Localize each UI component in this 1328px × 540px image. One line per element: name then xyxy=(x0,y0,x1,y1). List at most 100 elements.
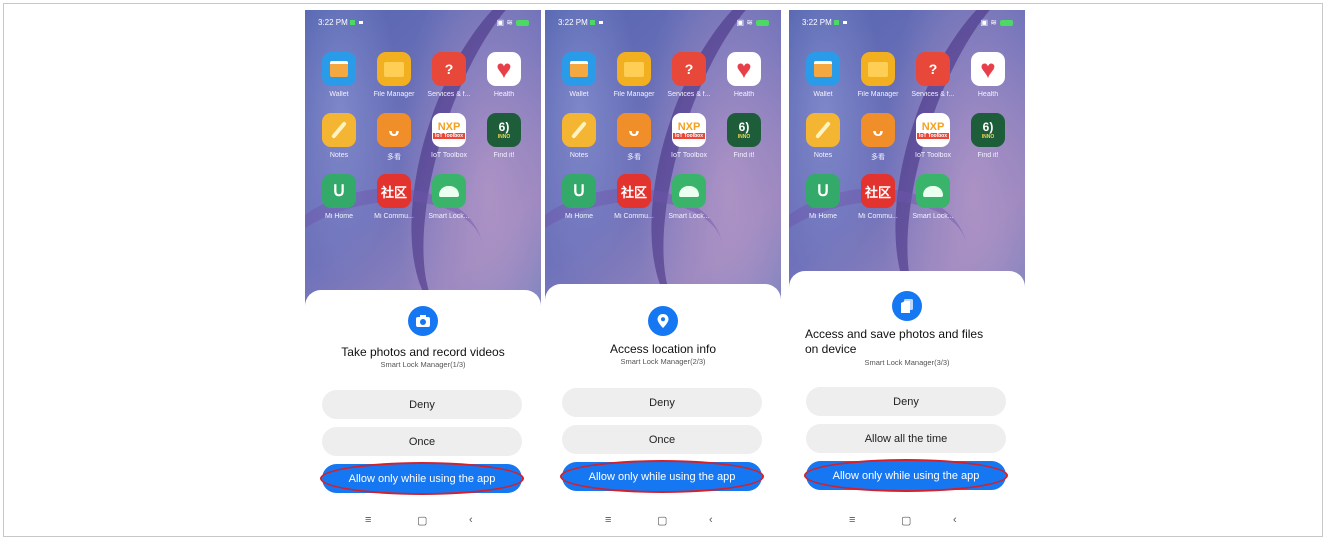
app-iot-toolbox[interactable]: NXP IoT Toolbox IoT Toolbox xyxy=(660,113,718,159)
back-icon[interactable]: ‹ xyxy=(953,514,957,526)
app-duokan[interactable]: ᴗ 多看 xyxy=(605,113,663,162)
app-mi-community[interactable]: 社区 Mi Commu... xyxy=(605,174,663,220)
mi-home-icon: ᑌ xyxy=(806,174,840,208)
app-file-manager[interactable]: File Manager xyxy=(849,52,907,98)
app-wallet[interactable]: Wallet xyxy=(310,52,368,98)
mi-community-icon: 社区 xyxy=(861,174,895,208)
notes-icon xyxy=(322,113,356,147)
permission-subtitle: Smart Lock Manager(2/3) xyxy=(620,357,706,366)
app-notes[interactable]: Notes xyxy=(794,113,852,159)
app-smart-lock[interactable]: Smart Lock... xyxy=(904,174,962,220)
app-duokan[interactable]: ᴗ 多看 xyxy=(365,113,423,162)
permission-subtitle: Smart Lock Manager(1/3) xyxy=(380,360,466,369)
allow-while-using-button[interactable]: Allow only while using the app xyxy=(560,460,764,493)
status-time: 3:22 PM xyxy=(802,18,847,27)
app-find-it[interactable]: 6) INNO Find it! xyxy=(715,113,773,159)
app-mi-community[interactable]: 社区 Mi Commu... xyxy=(365,174,423,220)
navigation-bar: ≡ ▢ ‹ xyxy=(545,506,781,536)
home-icon[interactable]: ▢ xyxy=(657,514,667,527)
status-bar: 3:22 PM ▣ ≋ xyxy=(789,10,1025,32)
permission-title: Access and save photos and files on devi… xyxy=(805,327,984,356)
status-icons: ▣ ≋ xyxy=(981,18,1013,27)
permission-dialog: Access and save photos and files on devi… xyxy=(789,271,1025,536)
app-health[interactable]: Health xyxy=(959,52,1017,98)
file-manager-icon xyxy=(377,52,411,86)
battery-icon xyxy=(1000,19,1013,26)
deny-button[interactable]: Deny xyxy=(562,388,762,417)
permission-dialog: Access location info Smart Lock Manager(… xyxy=(545,284,781,536)
app-mi-community[interactable]: 社区 Mi Commu... xyxy=(849,174,907,220)
app-iot-toolbox[interactable]: NXP IoT Toolbox IoT Toolbox xyxy=(420,113,478,159)
menu-icon[interactable]: ≡ xyxy=(605,514,611,526)
app-duokan[interactable]: ᴗ 多看 xyxy=(849,113,907,162)
app-mi-home[interactable]: ᑌ Mi Home xyxy=(310,174,368,220)
app-wallet[interactable]: Wallet xyxy=(794,52,852,98)
app-file-manager[interactable]: File Manager xyxy=(605,52,663,98)
health-icon xyxy=(727,52,761,86)
allow-while-using-button[interactable]: Allow only while using the app xyxy=(804,459,1008,492)
app-notes[interactable]: Notes xyxy=(310,113,368,159)
location-pin-icon xyxy=(648,306,678,336)
phone-screen-1: 3:22 PM ▣ ≋ Wallet File Manager ? Service… xyxy=(305,10,541,536)
status-time: 3:22 PM xyxy=(558,18,603,27)
app-notes[interactable]: Notes xyxy=(550,113,608,159)
app-services[interactable]: ? Services & f... xyxy=(420,52,478,98)
app-iot-toolbox[interactable]: NXP IoT Toolbox IoT Toolbox xyxy=(904,113,962,159)
services-icon: ? xyxy=(916,52,950,86)
duokan-icon: ᴗ xyxy=(617,113,651,147)
status-bar: 3:22 PM ▣ ≋ xyxy=(305,10,541,32)
app-find-it[interactable]: 6) INNO Find it! xyxy=(475,113,533,159)
status-icons: ▣ ≋ xyxy=(737,18,769,27)
mi-community-icon: 社区 xyxy=(617,174,651,208)
menu-icon[interactable]: ≡ xyxy=(849,514,855,526)
wallet-icon xyxy=(806,52,840,86)
duokan-icon: ᴗ xyxy=(861,113,895,147)
android-app-icon xyxy=(432,174,466,208)
duokan-icon: ᴗ xyxy=(377,113,411,147)
back-icon[interactable]: ‹ xyxy=(469,514,473,526)
home-icon[interactable]: ▢ xyxy=(901,514,911,527)
services-icon: ? xyxy=(672,52,706,86)
app-find-it[interactable]: 6) INNO Find it! xyxy=(959,113,1017,159)
menu-icon[interactable]: ≡ xyxy=(365,514,371,526)
file-manager-icon xyxy=(617,52,651,86)
permission-title: Take photos and record videos xyxy=(341,345,505,359)
notes-icon xyxy=(562,113,596,147)
mi-community-icon: 社区 xyxy=(377,174,411,208)
status-icons: ▣ ≋ xyxy=(497,18,529,27)
navigation-bar: ≡ ▢ ‹ xyxy=(305,506,541,536)
deny-button[interactable]: Deny xyxy=(322,390,522,419)
notes-icon xyxy=(806,113,840,147)
back-icon[interactable]: ‹ xyxy=(709,514,713,526)
iot-toolbox-icon: NXP IoT Toolbox xyxy=(432,113,466,147)
deny-button[interactable]: Deny xyxy=(806,387,1006,416)
allow-all-the-time-button[interactable]: Allow all the time xyxy=(806,424,1006,453)
app-mi-home[interactable]: ᑌ Mi Home xyxy=(794,174,852,220)
battery-icon xyxy=(756,19,769,26)
file-manager-icon xyxy=(861,52,895,86)
app-smart-lock[interactable]: Smart Lock... xyxy=(660,174,718,220)
find-it-icon: 6) INNO xyxy=(727,113,761,147)
app-file-manager[interactable]: File Manager xyxy=(365,52,423,98)
app-health[interactable]: Health xyxy=(475,52,533,98)
once-button[interactable]: Once xyxy=(322,427,522,456)
app-wallet[interactable]: Wallet xyxy=(550,52,608,98)
health-icon xyxy=(971,52,1005,86)
camera-icon xyxy=(408,306,438,336)
status-bar: 3:22 PM ▣ ≋ xyxy=(545,10,781,32)
android-app-icon xyxy=(916,174,950,208)
app-services[interactable]: ? Services & f... xyxy=(904,52,962,98)
iot-toolbox-icon: NXP IoT Toolbox xyxy=(672,113,706,147)
wallet-icon xyxy=(322,52,356,86)
allow-while-using-button[interactable]: Allow only while using the app xyxy=(320,462,524,495)
app-services[interactable]: ? Services & f... xyxy=(660,52,718,98)
battery-icon xyxy=(516,19,529,26)
find-it-icon: 6) INNO xyxy=(971,113,1005,147)
once-button[interactable]: Once xyxy=(562,425,762,454)
home-icon[interactable]: ▢ xyxy=(417,514,427,527)
app-health[interactable]: Health xyxy=(715,52,773,98)
android-app-icon xyxy=(672,174,706,208)
app-mi-home[interactable]: ᑌ Mi Home xyxy=(550,174,608,220)
find-it-icon: 6) INNO xyxy=(487,113,521,147)
app-smart-lock[interactable]: Smart Lock... xyxy=(420,174,478,220)
